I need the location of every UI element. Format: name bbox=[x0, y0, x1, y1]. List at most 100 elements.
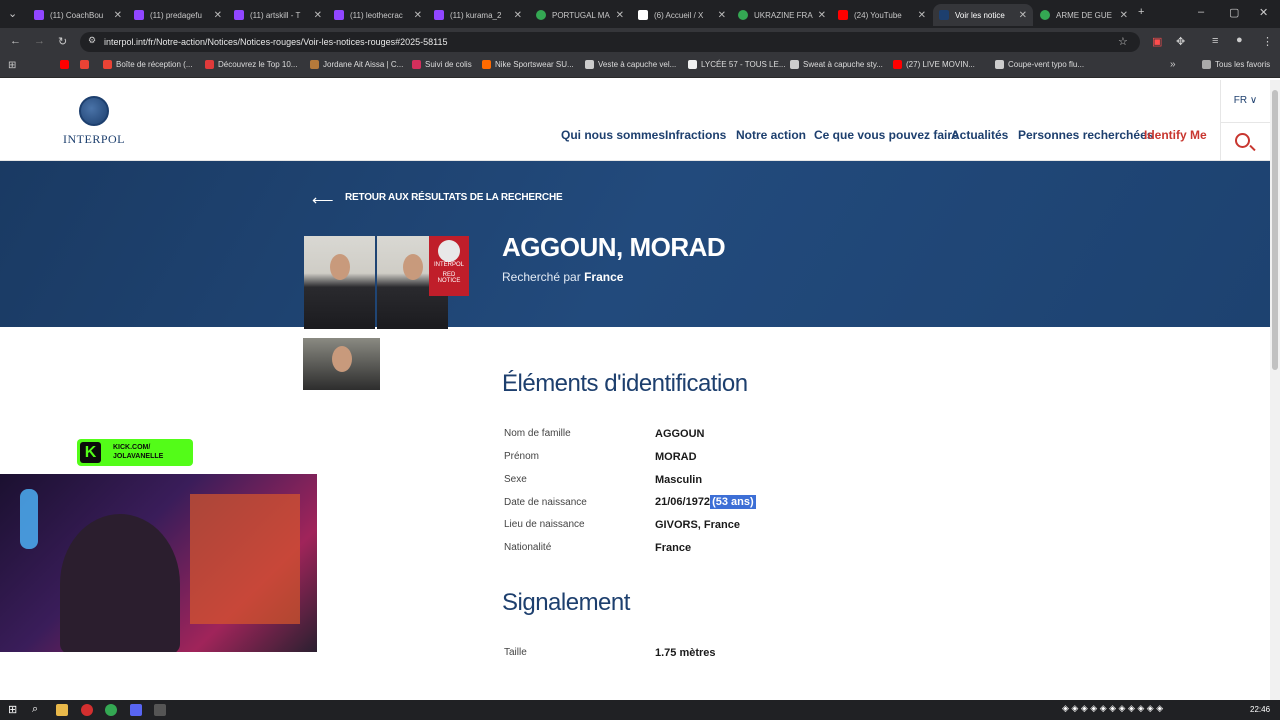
tab-11[interactable]: ARME DE GUE ✕ bbox=[1034, 4, 1134, 26]
bookmark-7[interactable]: LYCÉE 57 - TOUS LE... bbox=[688, 60, 785, 69]
search-icon[interactable]: ⌕ bbox=[32, 703, 38, 716]
back-icon[interactable]: ← bbox=[10, 35, 21, 47]
value-taille: 1.75 mètres bbox=[655, 647, 716, 659]
file-explorer-icon[interactable] bbox=[56, 704, 68, 716]
close-icon[interactable]: ✕ bbox=[718, 10, 726, 21]
bookmark-star-icon[interactable]: ☆ bbox=[1118, 35, 1128, 48]
site-icon bbox=[482, 60, 491, 69]
more-bookmarks-icon[interactable]: » bbox=[1170, 59, 1176, 70]
interpol-logo[interactable]: INTERPOL bbox=[62, 92, 126, 152]
back-arrow-icon[interactable]: ⟵ bbox=[312, 191, 334, 209]
interpol-icon bbox=[939, 10, 949, 20]
bookmark-10[interactable]: Coupe-vent typo flu... bbox=[995, 60, 1084, 69]
close-icon[interactable]: ✕ bbox=[314, 10, 322, 21]
new-tab-icon[interactable]: + bbox=[1138, 6, 1144, 18]
close-icon[interactable]: ✕ bbox=[918, 10, 926, 21]
bookmark-9[interactable]: (27) LIVE MOVIN... bbox=[893, 60, 975, 69]
bookmark-youtube[interactable] bbox=[60, 60, 73, 69]
tab-label: (11) CoachBou bbox=[50, 10, 104, 20]
chrome-icon bbox=[1040, 10, 1050, 20]
tab-label: ARME DE GUE bbox=[1056, 10, 1113, 20]
reload-icon[interactable]: ↻ bbox=[58, 35, 67, 48]
bookmark-label: Veste à capuche vel... bbox=[598, 60, 677, 69]
tab-2[interactable]: (11) predagefu ✕ bbox=[128, 4, 228, 26]
birth-date: 21/06/1972 bbox=[655, 496, 711, 508]
back-to-results-link[interactable]: RETOUR AUX RÉSULTATS DE LA RECHERCHE bbox=[345, 192, 563, 203]
tab-search-icon[interactable]: ⌄ bbox=[8, 7, 17, 20]
label-nationalite: Nationalité bbox=[504, 542, 552, 553]
suspect-photo-3[interactable] bbox=[303, 338, 380, 390]
close-icon[interactable]: ✕ bbox=[1120, 10, 1128, 21]
bookmark-4[interactable]: Suivi de colis bbox=[412, 60, 472, 69]
label-date-naissance: Date de naissance bbox=[504, 497, 587, 508]
nav-personnes-recherchees[interactable]: Personnes recherchées bbox=[1018, 128, 1153, 142]
apps-icon[interactable]: ⊞ bbox=[8, 60, 16, 71]
close-icon[interactable]: ✕ bbox=[514, 10, 522, 21]
tab-label: (6) Accueil / X bbox=[654, 10, 704, 20]
bookmark-5[interactable]: Nike Sportswear SU... bbox=[482, 60, 574, 69]
nav-qui-nous-sommes[interactable]: Qui nous sommes bbox=[561, 128, 665, 142]
url-field[interactable]: interpol.int/fr/Notre-action/Notices/Not… bbox=[80, 32, 1140, 52]
tab-7[interactable]: (6) Accueil / X ✕ bbox=[632, 4, 732, 26]
profile-avatar-icon[interactable]: ● bbox=[1236, 34, 1243, 46]
bookmark-6[interactable]: Veste à capuche vel... bbox=[585, 60, 676, 69]
all-bookmarks-folder[interactable]: Tous les favoris bbox=[1202, 60, 1270, 69]
page-scrollbar[interactable] bbox=[1270, 80, 1280, 700]
window-close-icon[interactable]: ✕ bbox=[1259, 6, 1268, 19]
language-selector[interactable]: FR ∨ bbox=[1220, 80, 1270, 122]
bookmark-1[interactable]: Boîte de réception (... bbox=[103, 60, 193, 69]
suspect-photo-1[interactable] bbox=[304, 236, 375, 329]
bookmark-3[interactable]: Jordane Ait Aissa | C... bbox=[310, 60, 403, 69]
bookmarks-bar: ⊞ Boîte de réception (... Découvrez le T… bbox=[0, 56, 1280, 78]
tab-10-active[interactable]: Voir les notice ✕ bbox=[933, 4, 1033, 26]
tab-1[interactable]: (11) CoachBou ✕ bbox=[28, 4, 128, 26]
tab-3[interactable]: (11) artskill - T ✕ bbox=[228, 4, 328, 26]
tab-8[interactable]: UKRAZINE FRA ✕ bbox=[732, 4, 832, 26]
scrollbar-thumb[interactable] bbox=[1272, 90, 1278, 370]
tab-label: (11) leothecrac bbox=[350, 10, 403, 20]
extension-icon[interactable]: ▣ bbox=[1152, 35, 1162, 48]
site-search-button[interactable] bbox=[1220, 122, 1270, 160]
tab-label: (11) kurama_2 bbox=[450, 10, 502, 20]
youtube-icon bbox=[60, 60, 69, 69]
close-icon[interactable]: ✕ bbox=[114, 10, 122, 21]
nav-identify-me[interactable]: Identify Me bbox=[1144, 128, 1207, 142]
kick-overlay-badge: K KICK.COM/JOLAVANELLE bbox=[77, 439, 193, 466]
tray-icons[interactable]: ◈ ◈ ◈ ◈ ◈ ◈ ◈ ◈ ◈ ◈ ◈ bbox=[1062, 703, 1163, 714]
bookmark-2[interactable]: Découvrez le Top 10... bbox=[205, 60, 297, 69]
gmail-icon bbox=[80, 60, 89, 69]
tab-9[interactable]: (24) YouTube ✕ bbox=[832, 4, 932, 26]
forward-icon[interactable]: → bbox=[34, 35, 45, 47]
close-icon[interactable]: ✕ bbox=[214, 10, 222, 21]
close-icon[interactable]: ✕ bbox=[414, 10, 422, 21]
discord-icon[interactable] bbox=[130, 704, 142, 716]
tab-4[interactable]: (11) leothecrac ✕ bbox=[328, 4, 428, 26]
windows-start-icon[interactable]: ⊞ bbox=[8, 703, 17, 716]
close-icon[interactable]: ✕ bbox=[1019, 10, 1027, 21]
maximize-icon[interactable]: ▢ bbox=[1229, 6, 1239, 19]
page-icon bbox=[790, 60, 799, 69]
nav-ce-que-vous-pouvez-faire[interactable]: Ce que vous pouvez faire bbox=[814, 128, 959, 142]
bookmark-label: Coupe-vent typo flu... bbox=[1008, 60, 1085, 69]
address-bar-row: ← → ↻ interpol.int/fr/Notre-action/Notic… bbox=[0, 28, 1280, 56]
taskbar-clock[interactable]: 22:46 bbox=[1250, 705, 1270, 714]
media-icon[interactable]: ≡ bbox=[1212, 35, 1218, 47]
site-info-icon[interactable]: ⚙ bbox=[88, 35, 96, 46]
nav-actualites[interactable]: Actualités bbox=[951, 128, 1008, 142]
tab-6[interactable]: PORTUGAL MA ✕ bbox=[530, 4, 630, 26]
app-icon[interactable] bbox=[154, 704, 166, 716]
menu-icon[interactable]: ⋮ bbox=[1262, 35, 1273, 48]
bookmark-8[interactable]: Sweat à capuche sty... bbox=[790, 60, 883, 69]
tab-5[interactable]: (11) kurama_2 ✕ bbox=[428, 4, 528, 26]
bookmark-gmail[interactable] bbox=[80, 60, 93, 69]
chrome-icon[interactable] bbox=[105, 704, 117, 716]
extensions-icon[interactable]: ✥ bbox=[1176, 35, 1185, 48]
close-icon[interactable]: ✕ bbox=[818, 10, 826, 21]
opera-icon[interactable] bbox=[81, 704, 93, 716]
close-icon[interactable]: ✕ bbox=[616, 10, 624, 21]
value-prenom: MORAD bbox=[655, 451, 697, 463]
nav-notre-action[interactable]: Notre action bbox=[736, 128, 806, 142]
nav-infractions[interactable]: Infractions bbox=[665, 128, 726, 142]
minimize-icon[interactable]: – bbox=[1198, 6, 1204, 18]
page-icon bbox=[585, 60, 594, 69]
